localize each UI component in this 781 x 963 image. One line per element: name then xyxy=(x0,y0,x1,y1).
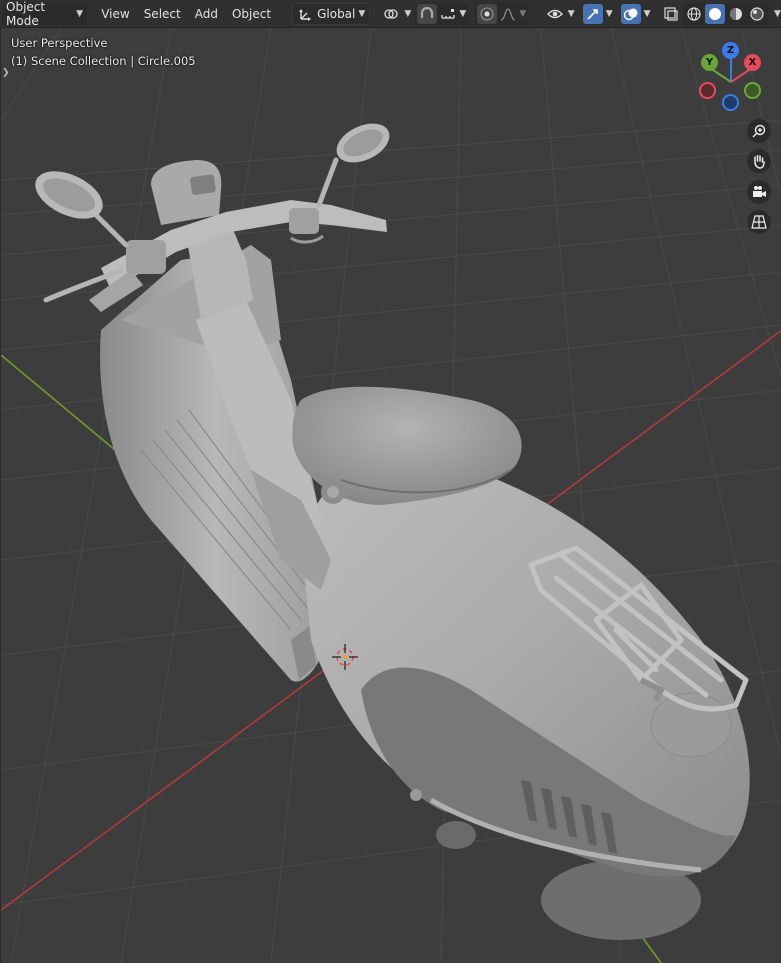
shading-options-chevron-icon[interactable]: ▼ xyxy=(774,9,781,19)
xray-icon[interactable] xyxy=(662,4,680,24)
overlays-toggle[interactable]: ▼ xyxy=(617,3,655,25)
orientation-label: Global xyxy=(317,6,356,21)
viewport-scene xyxy=(1,28,781,963)
gizmo-x-axis[interactable]: X xyxy=(744,54,761,71)
gizmo-icon xyxy=(582,3,603,24)
chevron-down-icon: ▼ xyxy=(643,8,651,19)
viewport-header: Object Mode ▼ View Select Add Object Glo… xyxy=(0,0,781,28)
chevron-down-icon: ▼ xyxy=(567,8,575,19)
overlays-icon xyxy=(620,3,641,24)
chevron-down-icon: ▼ xyxy=(605,8,613,19)
transform-orientation-select[interactable]: Global ▼ xyxy=(292,2,371,25)
menu-select[interactable]: Select xyxy=(137,3,188,25)
pivot-icon xyxy=(381,4,401,24)
menu-view[interactable]: View xyxy=(94,3,136,25)
chevron-down-icon[interactable]: ▼ xyxy=(459,9,466,19)
grid-icon xyxy=(751,215,767,229)
chevron-down-icon: ▼ xyxy=(404,8,412,19)
rendered-icon[interactable] xyxy=(747,4,767,24)
scooter-model[interactable] xyxy=(28,116,750,940)
menu-object[interactable]: Object xyxy=(225,3,278,25)
toolbar-expand-icon[interactable]: ❯ xyxy=(2,68,10,78)
proportional-edit-group: ▼ xyxy=(475,2,529,25)
camera-view-button[interactable] xyxy=(747,180,771,204)
zoom-icon xyxy=(752,124,766,138)
3d-viewport[interactable]: ❯ User Perspective (1) Scene Collection … xyxy=(0,28,781,963)
gizmo-y-axis[interactable]: Y xyxy=(701,54,718,71)
falloff-curve-icon[interactable] xyxy=(498,4,518,24)
camera-icon xyxy=(753,186,766,197)
perspective-toggle-button[interactable] xyxy=(747,210,771,234)
eye-icon xyxy=(545,4,565,24)
mode-select[interactable]: Object Mode ▼ xyxy=(2,0,88,28)
view-name: User Perspective xyxy=(11,36,108,50)
zoom-button[interactable] xyxy=(747,119,771,143)
hand-icon xyxy=(754,154,765,169)
visibility-select[interactable]: ▼ xyxy=(541,3,579,25)
chevron-down-icon[interactable]: ▼ xyxy=(519,9,526,19)
orientation-icon xyxy=(297,4,314,24)
shading-group xyxy=(683,2,769,25)
snap-icon[interactable] xyxy=(417,3,438,24)
collection-info: (1) Scene Collection | Circle.005 xyxy=(11,54,196,68)
snap-group: ▼ xyxy=(415,2,469,25)
gizmo-neg-z-axis[interactable] xyxy=(722,94,739,111)
material-icon[interactable] xyxy=(726,4,746,24)
wireframe-icon[interactable] xyxy=(684,4,704,24)
gizmo-neg-x-axis[interactable] xyxy=(699,82,716,99)
navigation-gizmo[interactable]: Z Y X xyxy=(691,38,771,118)
solid-icon[interactable] xyxy=(705,3,726,24)
pivot-point-select[interactable]: ▼ xyxy=(377,3,415,25)
pan-button[interactable] xyxy=(747,149,771,173)
proportional-edit-icon[interactable] xyxy=(477,3,498,24)
chevron-down-icon: ▼ xyxy=(358,8,366,19)
increment-icon[interactable] xyxy=(438,4,458,24)
gizmo-toggle[interactable]: ▼ xyxy=(579,3,617,25)
gizmo-z-axis[interactable]: Z xyxy=(722,42,739,59)
menu-add[interactable]: Add xyxy=(188,3,225,25)
mode-label: Object Mode xyxy=(6,0,46,28)
gizmo-neg-y-axis[interactable] xyxy=(744,82,761,99)
chevron-down-icon: ▼ xyxy=(76,8,84,19)
